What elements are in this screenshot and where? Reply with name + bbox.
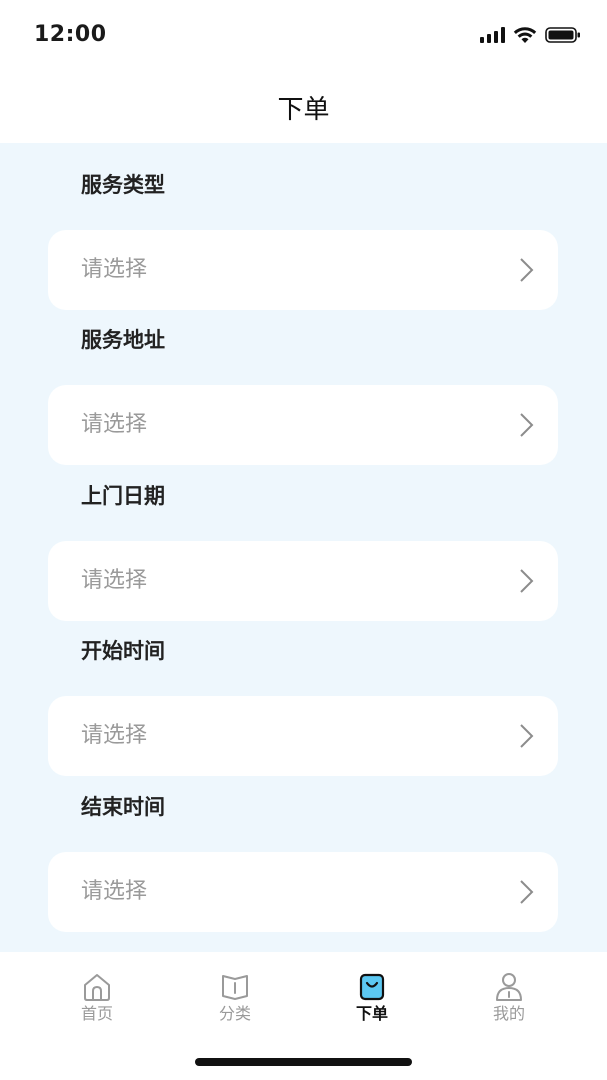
tab-label: 首页	[80, 1004, 113, 1023]
chevron-right-icon	[520, 724, 534, 748]
visit-date-select[interactable]: 请选择	[48, 541, 558, 621]
order-form: 服务类型 请选择 服务地址 请选择 上门日期 请选择 开始时间 请选择 结束时间…	[0, 143, 607, 952]
tab-home[interactable]: 首页	[47, 972, 147, 1028]
status-icons	[480, 24, 581, 46]
section-label: 服务地址	[81, 328, 165, 352]
select-placeholder: 请选择	[81, 879, 148, 904]
end-time-select[interactable]: 请选择	[48, 852, 558, 932]
navigation-header: 下单	[0, 70, 607, 143]
user-icon	[496, 973, 522, 1001]
select-placeholder: 请选择	[81, 412, 148, 437]
tab-profile[interactable]: 我的	[459, 972, 559, 1028]
section-label: 开始时间	[81, 639, 165, 663]
status-bar: 12:00	[0, 0, 607, 70]
chevron-right-icon	[520, 880, 534, 904]
select-placeholder: 请选择	[81, 257, 148, 282]
chevron-right-icon	[520, 569, 534, 593]
tab-label: 分类	[218, 1004, 251, 1023]
section-label: 服务类型	[81, 173, 165, 197]
cellular-signal-icon	[480, 27, 505, 43]
tab-label: 下单	[355, 1004, 388, 1023]
home-indicator	[195, 1058, 412, 1066]
service-address-select[interactable]: 请选择	[48, 385, 558, 465]
select-placeholder: 请选择	[81, 568, 148, 593]
battery-icon	[545, 27, 580, 43]
chevron-right-icon	[520, 413, 534, 437]
section-label: 结束时间	[81, 795, 165, 819]
status-time: 12:00	[34, 22, 107, 47]
chevron-right-icon	[520, 258, 534, 282]
wifi-icon	[513, 27, 537, 43]
service-type-select[interactable]: 请选择	[48, 230, 558, 310]
section-label: 上门日期	[81, 484, 165, 508]
book-icon	[222, 975, 248, 1000]
tab-label: 我的	[492, 1004, 525, 1023]
home-icon	[84, 974, 110, 1001]
next-section-label-clipped	[81, 943, 171, 952]
select-placeholder: 请选择	[81, 723, 148, 748]
start-time-select[interactable]: 请选择	[48, 696, 558, 776]
tab-category[interactable]: 分类	[185, 972, 285, 1028]
bag-icon	[359, 973, 385, 1001]
tab-order[interactable]: 下单	[322, 972, 422, 1028]
page-title: 下单	[277, 95, 330, 125]
